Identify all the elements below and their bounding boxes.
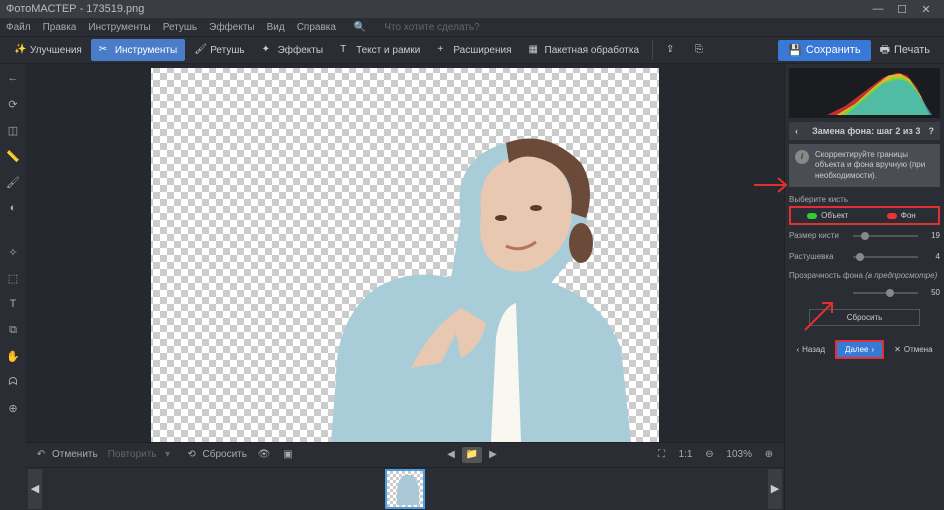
brush-icon[interactable]: 🖌 xyxy=(5,174,21,190)
redo-button[interactable]: Повторить▾ xyxy=(108,448,175,462)
tab-enhance[interactable]: ✨Улучшения xyxy=(6,39,90,61)
back-button[interactable]: ‹Назад xyxy=(790,342,831,357)
chevron-left-icon: ‹ xyxy=(796,345,799,354)
thumbnail[interactable] xyxy=(385,469,425,509)
help-icon[interactable]: ? xyxy=(929,126,935,136)
layers-icon[interactable]: ▣ xyxy=(281,448,295,462)
tab-batch[interactable]: ▦Пакетная обработка xyxy=(521,39,648,61)
zoom-value: 103% xyxy=(726,449,752,460)
brush-size-slider[interactable] xyxy=(853,235,918,237)
save-button[interactable]: 💾Сохранить xyxy=(778,40,870,61)
ruler-icon[interactable]: 📏 xyxy=(5,148,21,164)
opacity-value: 50 xyxy=(922,288,940,297)
back-arrow-icon[interactable]: ← xyxy=(5,70,21,86)
panel-title: Замена фона: шаг 2 из 3 xyxy=(804,126,929,136)
filmstrip: ◀ ▶ xyxy=(26,467,784,510)
menu-edit[interactable]: Правка xyxy=(43,22,77,33)
menu-retouch[interactable]: Ретушь xyxy=(163,22,197,33)
tab-tools[interactable]: ✂Инструменты xyxy=(91,39,185,61)
brush-size-label: Размер кисти xyxy=(789,231,849,240)
compare-icon[interactable]: 👁 xyxy=(257,448,271,462)
zoom-ratio[interactable]: 1:1 xyxy=(679,449,693,460)
opacity-label: Прозрачность фона (в предпросмотре) xyxy=(789,271,940,280)
app-name: ФотоМАСТЕР xyxy=(6,3,77,15)
filmstrip-next[interactable]: ▶ xyxy=(768,469,782,509)
browse-button[interactable]: 📁 xyxy=(462,447,482,463)
undo-button[interactable]: ↶Отменить xyxy=(34,448,98,462)
export-button[interactable]: ⎘ xyxy=(687,39,715,61)
filmstrip-prev[interactable]: ◀ xyxy=(28,469,42,509)
crop-icon[interactable]: ◫ xyxy=(5,122,21,138)
brush-section-label: Выберите кисть xyxy=(789,195,940,204)
file-name: 173519.png xyxy=(86,3,144,15)
bottom-toolbar: ↶Отменить Повторить▾ ⟲Сбросить 👁 ▣ ◀ 📁 ▶… xyxy=(26,442,784,467)
sparkle-icon[interactable]: ✧ xyxy=(5,244,21,260)
menu-file[interactable]: Файл xyxy=(6,22,31,33)
histogram xyxy=(789,68,940,118)
maximize-button[interactable]: ☐ xyxy=(890,3,914,16)
tab-effects[interactable]: ✦Эффекты xyxy=(254,39,331,61)
hint-box: i Скорректируйте границы объекта и фона … xyxy=(789,144,940,187)
save-icon: 💾 xyxy=(788,44,802,57)
hand-icon[interactable]: ✋ xyxy=(5,348,21,364)
print-icon: 🖶 xyxy=(880,41,890,60)
gradient-icon[interactable]: ◐ xyxy=(5,200,21,216)
menubar: Файл Правка Инструменты Ретушь Эффекты В… xyxy=(0,18,944,36)
tab-text[interactable]: TТекст и рамки xyxy=(332,39,428,61)
menu-tools[interactable]: Инструменты xyxy=(88,22,150,33)
globe-icon[interactable]: ⊕ xyxy=(5,400,21,416)
brush-object-tab[interactable]: Объект xyxy=(791,208,865,223)
refresh-icon[interactable]: ⟳ xyxy=(5,96,21,112)
zoom-in-button[interactable]: ⊕ xyxy=(762,448,776,462)
prev-image-button[interactable]: ◀ xyxy=(444,448,458,462)
fit-screen-icon[interactable]: ⛶ xyxy=(655,448,669,462)
chevron-right-icon: › xyxy=(871,345,874,354)
clone-icon[interactable]: ⧉ xyxy=(5,322,21,338)
feather-label: Растушевка xyxy=(789,252,849,261)
next-image-button[interactable]: ▶ xyxy=(486,448,500,462)
window-titlebar: ФотоМАСТЕР - 173519.png — ☐ ✕ xyxy=(0,0,944,18)
brush-mode-tabs: Объект Фон xyxy=(789,206,940,225)
tab-retouch[interactable]: 🖌Ретушь xyxy=(186,39,252,61)
person-icon[interactable]: ᗣ xyxy=(5,374,21,390)
menu-view[interactable]: Вид xyxy=(267,22,285,33)
eraser-icon[interactable]: ⬚ xyxy=(5,270,21,286)
opacity-slider[interactable] xyxy=(853,292,918,294)
left-toolbox: ← ⟳ ◫ 📏 🖌 ◐ ✧ ⬚ T ⧉ ✋ ᗣ ⊕ xyxy=(0,64,26,510)
right-panel: ‹ Замена фона: шаг 2 из 3 ? i Скорректир… xyxy=(784,64,944,510)
menu-effects[interactable]: Эффекты xyxy=(209,22,254,33)
feather-value: 4 xyxy=(922,252,940,261)
reset-button[interactable]: Сбросить xyxy=(809,309,920,326)
close-button[interactable]: ✕ xyxy=(914,3,938,16)
panel-header: ‹ Замена фона: шаг 2 из 3 ? xyxy=(789,122,940,140)
cancel-button[interactable]: ✕Отмена xyxy=(888,342,938,357)
hint-text: Скорректируйте границы объекта и фона вр… xyxy=(815,150,934,181)
close-icon: ✕ xyxy=(894,345,901,354)
reset-history-button[interactable]: ⟲Сбросить xyxy=(185,448,247,462)
canvas-viewport[interactable] xyxy=(26,64,784,442)
minimize-button[interactable]: — xyxy=(866,3,890,15)
share-button[interactable]: ⇪ xyxy=(658,39,686,61)
tab-extensions[interactable]: +Расширения xyxy=(429,39,519,61)
main-toolbar: ✨Улучшения ✂Инструменты 🖌Ретушь ✦Эффекты… xyxy=(0,36,944,64)
zoom-out-button[interactable]: ⊖ xyxy=(702,448,716,462)
next-button[interactable]: Далее› xyxy=(835,340,884,359)
info-icon: i xyxy=(795,150,809,164)
panel-back-icon[interactable]: ‹ xyxy=(795,126,798,136)
menu-help[interactable]: Справка xyxy=(297,22,336,33)
print-button[interactable]: 🖶Печать xyxy=(872,37,938,64)
text-icon[interactable]: T xyxy=(5,296,21,312)
canvas-image[interactable] xyxy=(151,68,659,442)
feather-slider[interactable] xyxy=(853,256,918,258)
brush-size-value: 19 xyxy=(922,231,940,240)
brush-background-tab[interactable]: Фон xyxy=(865,208,939,223)
search-placeholder[interactable]: Что хотите сделать? xyxy=(384,22,479,33)
